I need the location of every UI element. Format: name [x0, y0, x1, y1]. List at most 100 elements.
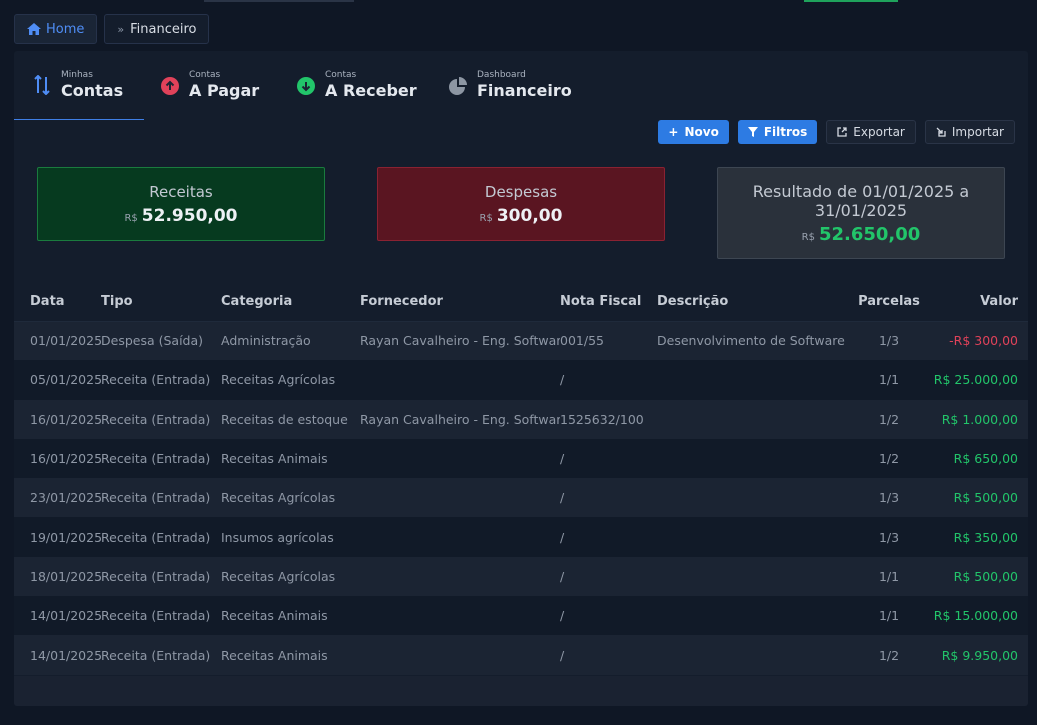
novo-button[interactable]: + Novo [658, 120, 729, 144]
tab-minhas-contas[interactable]: Minhas Contas [14, 51, 144, 120]
cell-data: 01/01/2025 [14, 321, 101, 361]
cell-tipo: Despesa (Saída) [101, 321, 221, 361]
importar-button-label: Importar [951, 125, 1004, 139]
importar-button[interactable]: Importar [924, 120, 1015, 144]
cell-descricao [657, 478, 854, 518]
table-row[interactable]: 16/01/2025 Receita (Entrada) Receitas de e… [14, 399, 1028, 439]
table-row[interactable]: 05/01/2025 Receita (Entrada) Receitas Agrí… [14, 360, 1028, 400]
tab-small-label: Dashboard [477, 70, 526, 80]
filter-icon [747, 127, 758, 137]
transactions-table: Data Tipo Categoria Fornecedor Nota Fisc… [14, 283, 1028, 675]
breadcrumb-current: » Financeiro [104, 14, 210, 44]
cell-data: 16/01/2025 [14, 399, 101, 439]
currency-label: R$ [124, 212, 138, 224]
cell-nota-fiscal: / [560, 517, 657, 557]
column-header-categoria[interactable]: Categoria [221, 283, 360, 322]
cell-descricao: Desenvolvimento de Software [657, 321, 854, 361]
receitas-card: Receitas R$ 52.950,00 [37, 167, 325, 241]
cell-nota-fiscal: / [560, 635, 657, 675]
action-toolbar: + Novo Filtros Exportar Importar [658, 120, 1015, 144]
tab-big-label: A Receber [325, 81, 417, 100]
cell-nota-fiscal: / [560, 438, 657, 479]
table-row[interactable]: 18/01/2025 Receita (Entrada) Receitas Agrí… [14, 556, 1028, 597]
tab-small-label: Contas [325, 70, 357, 80]
top-accent-line [804, 0, 898, 2]
breadcrumb-home[interactable]: Home [14, 14, 98, 44]
column-header-valor[interactable]: Valor [924, 283, 1028, 322]
cell-fornecedor [360, 438, 560, 479]
tab-contas-a-receber[interactable]: Contas A Receber [296, 51, 417, 120]
column-header-data[interactable]: Data [14, 283, 101, 322]
cell-categoria: Receitas Animais [221, 438, 360, 479]
resultado-value: 52.650,00 [818, 223, 921, 245]
cell-nota-fiscal: / [560, 556, 657, 597]
cell-nota-fiscal: / [560, 360, 657, 400]
cell-valor: R$ 500,00 [924, 478, 1028, 518]
cell-descricao [657, 399, 854, 439]
cell-descricao [657, 438, 854, 479]
table-row[interactable]: 01/01/2025 Despesa (Saída) Administração Ra… [14, 321, 1028, 361]
tab-big-label: A Pagar [189, 81, 260, 100]
arrow-down-circle-icon [296, 76, 316, 96]
cell-descricao [657, 556, 854, 597]
cell-tipo: Receita (Entrada) [101, 478, 221, 518]
filtros-button-label: Filtros [763, 125, 808, 139]
cell-data: 19/01/2025 [14, 517, 101, 557]
cell-tipo: Receita (Entrada) [101, 360, 221, 400]
cell-fornecedor [360, 360, 560, 400]
cell-valor: -R$ 300,00 [924, 321, 1028, 361]
cell-data: 14/01/2025 [14, 635, 101, 675]
cell-parcelas: 1/2 [854, 399, 924, 439]
tab-small-label: Contas [189, 70, 221, 80]
cell-tipo: Receita (Entrada) [101, 596, 221, 636]
cell-fornecedor [360, 478, 560, 518]
novo-button-label: Novo [684, 125, 719, 139]
cell-descricao [657, 635, 854, 675]
column-header-fornecedor[interactable]: Fornecedor [360, 283, 560, 322]
cell-tipo: Receita (Entrada) [101, 399, 221, 439]
tab-contas-a-pagar[interactable]: Contas A Pagar [160, 51, 259, 120]
column-header-descricao[interactable]: Descrição [657, 283, 854, 322]
cell-categoria: Receitas de estoque [221, 399, 360, 439]
cell-categoria: Administração [221, 321, 360, 361]
table-row[interactable]: 19/01/2025 Receita (Entrada) Insumos agríc… [14, 517, 1028, 557]
cell-nota-fiscal: 001/55 [560, 321, 657, 361]
cell-tipo: Receita (Entrada) [101, 517, 221, 557]
table-row[interactable]: 23/01/2025 Receita (Entrada) Receitas Agrí… [14, 478, 1028, 518]
cell-tipo: Receita (Entrada) [101, 556, 221, 597]
sort-arrows-icon [32, 75, 52, 95]
column-header-parcelas[interactable]: Parcelas [854, 283, 924, 322]
import-icon [936, 127, 946, 137]
despesas-value: 300,00 [496, 205, 563, 226]
cell-parcelas: 1/3 [854, 517, 924, 557]
table-row[interactable]: 14/01/2025 Receita (Entrada) Receitas Anim… [14, 596, 1028, 636]
despesas-card: Despesas R$ 300,00 [377, 167, 665, 241]
column-header-nota-fiscal[interactable]: Nota Fiscal [560, 283, 657, 322]
despesas-title: Despesas [484, 182, 558, 201]
column-header-tipo[interactable]: Tipo [101, 283, 221, 322]
top-divider [204, 0, 354, 2]
cell-nota-fiscal: 1525632/100 [560, 399, 657, 439]
cell-data: 16/01/2025 [14, 438, 101, 479]
table-row[interactable]: 16/01/2025 Receita (Entrada) Receitas Anim… [14, 438, 1028, 479]
cell-parcelas: 1/3 [854, 321, 924, 361]
table-row[interactable]: 14/01/2025 Receita (Entrada) Receitas Anim… [14, 635, 1028, 675]
cell-categoria: Receitas Animais [221, 635, 360, 675]
cell-valor: R$ 500,00 [924, 556, 1028, 597]
filtros-button[interactable]: Filtros [737, 120, 818, 144]
cell-valor: R$ 25.000,00 [924, 360, 1028, 400]
cell-parcelas: 1/1 [854, 596, 924, 636]
cell-parcelas: 1/3 [854, 478, 924, 518]
cell-parcelas: 1/2 [854, 438, 924, 479]
tab-dashboard-financeiro[interactable]: Dashboard Financeiro [448, 51, 572, 120]
arrow-up-circle-icon [160, 76, 180, 96]
exportar-button[interactable]: Exportar [826, 120, 916, 144]
cell-fornecedor: Rayan Cavalheiro - Eng. Software [360, 399, 560, 439]
cell-parcelas: 1/2 [854, 635, 924, 675]
cell-valor: R$ 15.000,00 [924, 596, 1028, 636]
cell-descricao [657, 517, 854, 557]
home-icon [27, 23, 41, 35]
tab-big-label: Financeiro [477, 81, 572, 100]
receitas-title: Receitas [149, 182, 213, 201]
cell-data: 14/01/2025 [14, 596, 101, 636]
